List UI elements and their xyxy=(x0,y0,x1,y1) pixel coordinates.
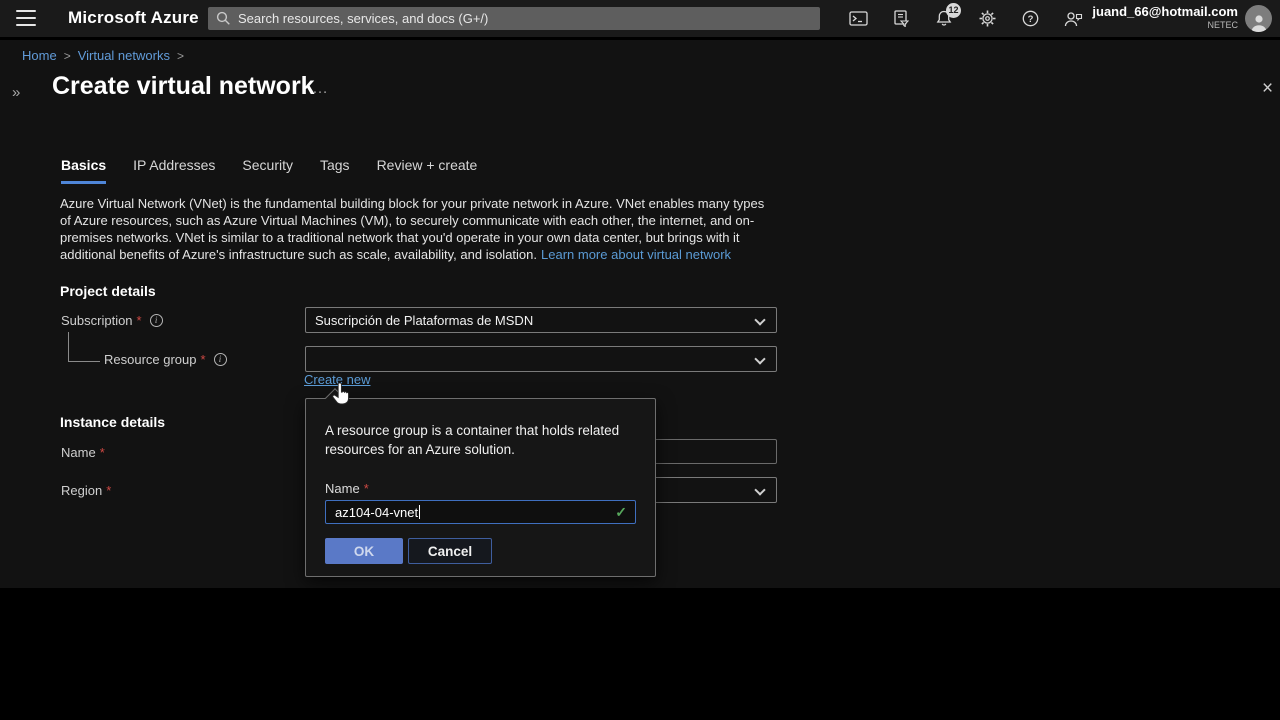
subscription-value: Suscripción de Plataformas de MSDN xyxy=(315,313,533,328)
account-info[interactable]: juand_66@hotmail.com NETEC xyxy=(1092,5,1238,30)
create-resource-group-popup: A resource group is a container that hol… xyxy=(305,398,656,577)
search-icon xyxy=(216,11,231,26)
text-caret xyxy=(419,505,420,519)
subscription-label: Subscription * i xyxy=(61,313,163,328)
main-content: » Home > Virtual networks > Create virtual … xyxy=(0,40,1280,588)
info-icon[interactable]: i xyxy=(150,314,163,327)
help-icon[interactable]: ? xyxy=(1020,9,1040,29)
breadcrumb-home-link[interactable]: Home xyxy=(22,48,57,63)
user-avatar[interactable] xyxy=(1245,5,1272,32)
page-title: Create virtual network xyxy=(52,72,315,101)
avatar-person-icon xyxy=(1249,12,1269,32)
resource-group-dropdown[interactable] xyxy=(305,346,777,372)
chevron-down-icon xyxy=(754,353,765,364)
resource-group-label: Resource group * i xyxy=(104,352,227,367)
feedback-icon[interactable] xyxy=(1063,9,1083,29)
popup-name-label: Name* xyxy=(325,481,369,496)
field-connector-line xyxy=(68,332,100,362)
required-asterisk: * xyxy=(106,483,111,498)
chevron-down-icon xyxy=(754,484,765,495)
brand-logo[interactable]: Microsoft Azure xyxy=(68,8,199,28)
resource-group-description: A resource group is a container that hol… xyxy=(325,421,630,459)
close-icon[interactable]: × xyxy=(1262,78,1273,100)
resource-group-name-value: az104-04-vnet xyxy=(335,505,418,520)
create-new-resource-group-link[interactable]: Create new xyxy=(304,372,370,387)
tab-basics[interactable]: Basics xyxy=(61,157,106,184)
breadcrumb-separator-icon: > xyxy=(177,49,184,63)
info-icon[interactable]: i xyxy=(214,353,227,366)
search-input[interactable] xyxy=(208,7,820,30)
topbar-icons: 12 ? xyxy=(848,0,1083,37)
directory-filter-icon[interactable] xyxy=(891,9,911,29)
tab-tags[interactable]: Tags xyxy=(320,157,350,184)
ok-button[interactable]: OK xyxy=(325,538,403,564)
instance-details-heading: Instance details xyxy=(60,414,165,430)
breadcrumb-virtual-networks-link[interactable]: Virtual networks xyxy=(78,48,170,63)
wizard-tabs: Basics IP Addresses Security Tags Review… xyxy=(61,157,477,184)
notifications-bell-icon[interactable]: 12 xyxy=(934,9,954,29)
tab-security[interactable]: Security xyxy=(242,157,293,184)
required-asterisk: * xyxy=(137,313,142,328)
tab-review-create[interactable]: Review + create xyxy=(377,157,478,184)
region-label: Region * xyxy=(61,483,111,498)
subscription-dropdown[interactable]: Suscripción de Plataformas de MSDN xyxy=(305,307,777,333)
popup-beak xyxy=(325,388,345,408)
vnet-description: Azure Virtual Network (VNet) is the fund… xyxy=(60,195,772,263)
breadcrumb: Home > Virtual networks > xyxy=(22,48,191,63)
user-email: juand_66@hotmail.com xyxy=(1092,5,1238,20)
global-search xyxy=(208,7,820,30)
top-bar: Microsoft Azure xyxy=(0,0,1280,37)
project-details-heading: Project details xyxy=(60,283,156,299)
cloud-shell-icon[interactable] xyxy=(848,9,868,29)
user-organization: NETEC xyxy=(1092,20,1238,30)
tab-ip-addresses[interactable]: IP Addresses xyxy=(133,157,215,184)
title-ellipsis-icon[interactable]: … xyxy=(312,80,330,98)
cancel-button[interactable]: Cancel xyxy=(408,538,492,564)
svg-text:?: ? xyxy=(1027,14,1033,25)
resource-group-name-input[interactable]: az104-04-vnet ✓ xyxy=(325,500,636,524)
required-asterisk: * xyxy=(201,352,206,367)
required-asterisk: * xyxy=(100,445,105,460)
valid-check-icon: ✓ xyxy=(615,504,627,521)
breadcrumb-separator-icon: > xyxy=(64,49,71,63)
expand-panel-icon[interactable]: » xyxy=(12,84,20,101)
settings-gear-icon[interactable] xyxy=(977,9,997,29)
azure-portal-window: Microsoft Azure xyxy=(0,0,1280,720)
chevron-down-icon xyxy=(754,314,765,325)
required-asterisk: * xyxy=(364,481,369,496)
hamburger-menu-icon[interactable] xyxy=(16,10,36,26)
learn-more-link[interactable]: Learn more about virtual network xyxy=(541,247,731,262)
vnet-name-label: Name * xyxy=(61,445,105,460)
notification-count-badge: 12 xyxy=(946,3,961,18)
